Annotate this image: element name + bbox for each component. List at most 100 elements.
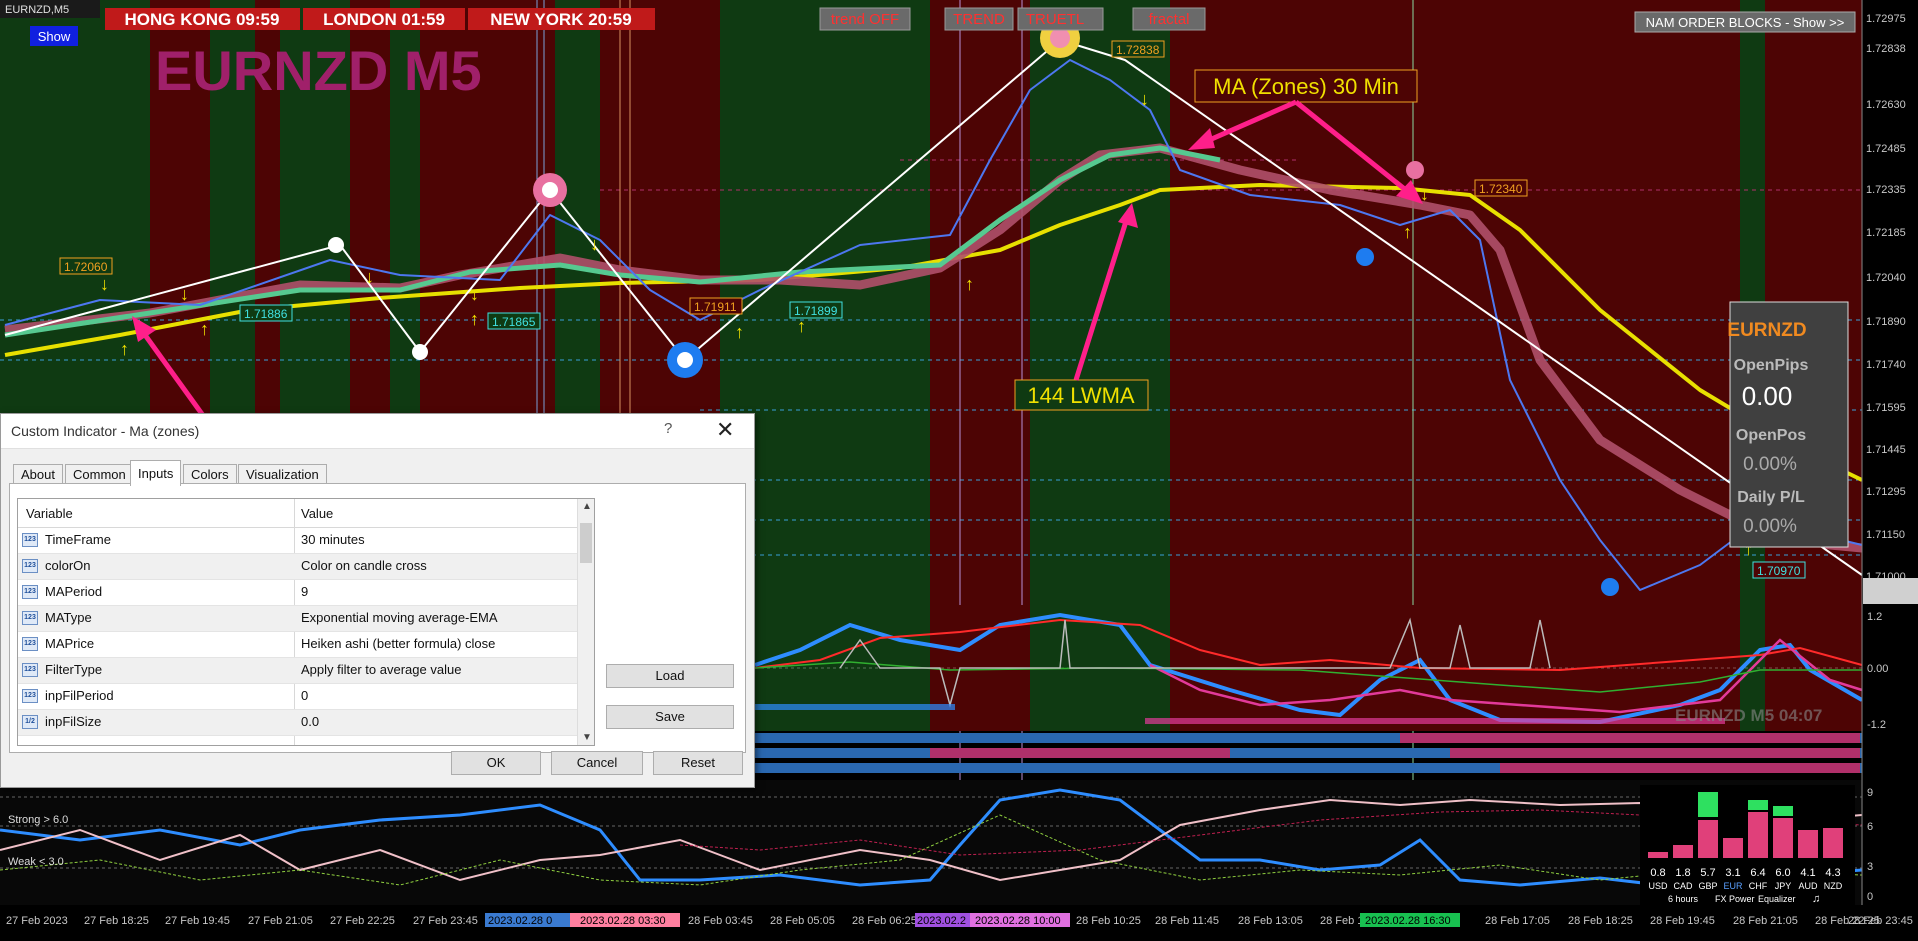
price-axis-label: 1.72335	[1866, 184, 1906, 196]
meter-value: 1.8	[1675, 867, 1690, 879]
ok-button[interactable]: OK	[451, 751, 541, 775]
meter-value: 4.3	[1825, 867, 1840, 879]
price-axis-label: 1.72485	[1866, 143, 1906, 155]
osc-axis-label: 1.2	[1867, 611, 1882, 623]
tab-inputs[interactable]: Inputs	[130, 460, 182, 486]
price-axis: 1.72975 1.72838 1.72630 1.72485 1.72335 1.721…	[1861, 0, 1918, 905]
variable-value[interactable]: 0	[301, 688, 308, 703]
table-row[interactable]: 123 MAType Exponential moving average-EM…	[18, 606, 594, 632]
cancel-button[interactable]: Cancel	[551, 751, 643, 775]
info-symbol: EURNZD	[1727, 320, 1806, 341]
daily-pl-value: 0.00%	[1743, 516, 1797, 537]
variable-value[interactable]: Heiken ashi (better formula) close	[301, 636, 495, 651]
custom-indicator-dialog[interactable]: Custom Indicator - Ma (zones) ? ✕ About …	[0, 413, 755, 788]
time-highlight: 2023.02.28 16:30	[1365, 915, 1451, 927]
dialog-titlebar[interactable]: Custom Indicator - Ma (zones) ? ✕	[1, 414, 754, 449]
window-title: EURNZD,M5	[5, 4, 69, 16]
column-header-variable: Variable	[26, 506, 73, 521]
truetl-label[interactable]: TRUETL	[1026, 11, 1084, 28]
meter-currency: NZD	[1824, 881, 1843, 891]
table-row[interactable]: 1/2 inpFilSize 0.0	[18, 710, 594, 736]
tab-common[interactable]: Common	[65, 464, 134, 484]
price-axis-label: 1.71295	[1866, 486, 1906, 498]
show-button-label[interactable]: Show	[38, 29, 71, 44]
close-icon[interactable]: ✕	[716, 417, 734, 443]
svg-text:↑: ↑	[1403, 222, 1412, 242]
svg-text:↑: ↑	[965, 274, 974, 294]
time-axis-label: 28 Feb 17:05	[1485, 915, 1550, 927]
table-row[interactable]: 123 MAPrice Heiken ashi (better formula)…	[18, 632, 594, 658]
svg-text:↓: ↓	[470, 284, 479, 304]
svg-text:↓: ↓	[1140, 89, 1149, 109]
fractal-label[interactable]: fractal	[1149, 11, 1190, 28]
variable-value[interactable]: 0.0	[301, 714, 319, 729]
strength-axis-label: 0	[1867, 891, 1873, 903]
variable-value[interactable]: 30 minutes	[301, 532, 365, 547]
weak-label: Weak < 3.0	[8, 856, 64, 868]
time-axis-label: 28 Feb 21:05	[1733, 915, 1798, 927]
variable-value[interactable]: 9	[301, 584, 308, 599]
inputs-table[interactable]: Variable Value 123 TimeFrame 30 minutes …	[17, 498, 595, 746]
ma-zones-annotation: MA (Zones) 30 Min	[1213, 74, 1399, 99]
variable-name: TimeFrame	[45, 532, 111, 547]
tab-visualization[interactable]: Visualization	[238, 464, 327, 484]
scroll-up-icon[interactable]: ▲	[582, 501, 592, 512]
variable-value[interactable]: Color on candle cross	[301, 558, 427, 573]
integer-type-icon: 123	[22, 637, 38, 651]
variable-name: inpFilSize	[45, 714, 102, 729]
price-tag: 1.71865	[492, 315, 536, 329]
open-pips-value: 0.00	[1742, 381, 1793, 411]
price-tag: 1.72060	[64, 260, 108, 274]
time-axis-label: 27 Feb 18:25	[84, 915, 149, 927]
time-axis-label: 27 Feb 21:05	[248, 915, 313, 927]
trend-off-label[interactable]: trend OFF	[831, 11, 899, 28]
meter-currency: GBP	[1698, 881, 1717, 891]
meter-currency: EUR	[1723, 881, 1743, 891]
table-row[interactable]: 123 MAPeriod 9	[18, 580, 594, 606]
table-row[interactable]: 123 FilterType Apply filter to average v…	[18, 658, 594, 684]
music-note-icon: ♫	[1812, 893, 1820, 905]
time-axis-label: 28 Feb 11:45	[1155, 915, 1219, 927]
open-pips-label: OpenPips	[1734, 357, 1809, 374]
time-axis-label: 27 Feb 22:25	[330, 915, 395, 927]
svg-text:↓: ↓	[100, 274, 109, 294]
clock-label: LONDON 01:59	[323, 10, 445, 29]
time-axis-label: 28 Feb 03:45	[688, 915, 753, 927]
table-scrollbar[interactable]: ▲ ▼	[577, 499, 594, 745]
strength-axis-label: 6	[1867, 821, 1873, 833]
scrollbar-thumb[interactable]	[580, 523, 592, 563]
column-header-value: Value	[301, 506, 334, 521]
meter-value: 3.1	[1725, 867, 1740, 879]
save-button[interactable]: Save	[606, 705, 734, 729]
tab-colors[interactable]: Colors	[183, 464, 237, 484]
tab-about[interactable]: About	[13, 464, 63, 484]
price-tag: 1.70970	[1757, 564, 1801, 578]
strength-axis-label: 3	[1867, 861, 1873, 873]
variable-value[interactable]: Apply filter to average value	[301, 662, 461, 677]
meter-value: 6.4	[1750, 867, 1765, 879]
daily-pl-label: Daily P/L	[1737, 489, 1805, 506]
help-icon[interactable]: ?	[664, 420, 672, 437]
integer-type-icon: 123	[22, 611, 38, 625]
time-highlight: 2023.02.28 03:30	[580, 915, 666, 927]
variable-value[interactable]: Exponential moving average-EMA	[301, 610, 498, 625]
load-button[interactable]: Load	[606, 664, 734, 688]
price-axis-label: 1.71445	[1866, 444, 1906, 456]
table-row[interactable]: 123 TimeFrame 30 minutes	[18, 528, 594, 554]
trend-label[interactable]: TREND	[953, 11, 1005, 28]
table-row[interactable]: 123 colorOn Color on candle cross	[18, 554, 594, 580]
table-row[interactable]: 123 inpFilPeriod 0	[18, 684, 594, 710]
reset-button[interactable]: Reset	[653, 751, 743, 775]
order-blocks-label[interactable]: NAM ORDER BLOCKS - Show >>	[1646, 15, 1845, 30]
svg-text:↑: ↑	[797, 316, 806, 336]
meter-currency: CAD	[1673, 881, 1693, 891]
scroll-down-icon[interactable]: ▼	[582, 732, 592, 743]
integer-type-icon: 123	[22, 585, 38, 599]
time-highlight: 2023.02.2	[917, 915, 966, 927]
price-axis-label: 1.71595	[1866, 402, 1906, 414]
svg-text:↑: ↑	[120, 339, 129, 359]
svg-text:↑: ↑	[200, 319, 209, 339]
clock-label: HONG KONG 09:59	[125, 10, 280, 29]
variable-name: MAPeriod	[45, 584, 103, 599]
price-tag: 1.71886	[244, 307, 288, 321]
